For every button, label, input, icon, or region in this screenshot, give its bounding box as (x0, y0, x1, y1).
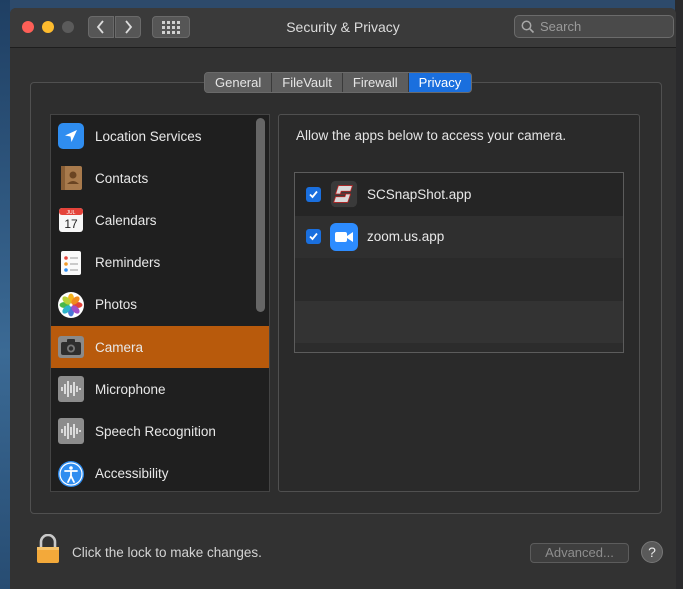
desktop-background (0, 0, 10, 589)
sidebar-item-label: Location Services (95, 128, 202, 144)
sidebar-item-label: Contacts (95, 170, 149, 186)
sidebar-item-label: Camera (95, 339, 144, 355)
app-name: zoom.us.app (367, 229, 445, 245)
zoom-checkbox[interactable] (306, 229, 321, 245)
sidebar-item-location-services[interactable]: Location Services (51, 115, 269, 157)
tab-bar: General FileVault Firewall Privacy (204, 72, 473, 93)
tab-firewall[interactable]: Firewall (342, 73, 409, 92)
search-icon (521, 20, 535, 33)
sidebar-item-camera[interactable]: Camera (51, 325, 269, 369)
zoom-camera-icon (330, 222, 358, 251)
calendar-day: 17 (64, 217, 78, 231)
sidebar-item-calendars[interactable]: JUL 17 Calendars (51, 199, 269, 241)
title-bar: Security & Privacy Search (10, 8, 676, 48)
photos-flower-icon (57, 291, 85, 319)
sidebar-item-label: Speech Recognition (95, 423, 216, 439)
sidebar-item-accessibility[interactable]: Accessibility (51, 453, 269, 492)
lock-message: Click the lock to make changes. (72, 545, 262, 560)
sidebar-item-contacts[interactable]: Contacts (51, 157, 269, 199)
sidebar-item-reminders[interactable]: Reminders (51, 242, 269, 284)
contacts-book-icon (57, 164, 85, 192)
location-arrow-icon (57, 122, 85, 150)
search-field[interactable]: Search (514, 15, 674, 38)
waveform-icon (57, 375, 85, 403)
accessibility-icon (57, 460, 85, 488)
preferences-window: Security & Privacy Search General FileVa… (10, 8, 676, 589)
reminders-list-icon (57, 249, 85, 277)
app-permission-list: SCSnapShot.app zoom.us.app (294, 172, 624, 353)
desktop-edge (675, 0, 683, 589)
advanced-button[interactable]: Advanced... (530, 543, 629, 563)
sidebar-item-microphone[interactable]: Microphone (51, 368, 269, 410)
lock-icon[interactable] (36, 533, 60, 564)
list-item: zoom.us.app (295, 215, 623, 258)
checkmark-icon (309, 190, 318, 199)
calendar-icon: JUL 17 (57, 206, 85, 234)
scsnapshot-app-icon (330, 180, 358, 208)
empty-row (295, 300, 623, 343)
tab-filevault[interactable]: FileVault (272, 73, 343, 92)
checkmark-icon (309, 233, 318, 241)
sidebar-item-label: Calendars (95, 212, 157, 228)
list-item: SCSnapShot.app (295, 173, 623, 216)
sidebar-item-label: Accessibility (95, 466, 169, 482)
calendar-month: JUL (67, 210, 76, 216)
privacy-category-list: Location Services Contacts JUL 17 Calenda… (50, 114, 270, 492)
app-name: SCSnapShot.app (367, 186, 472, 202)
list-scrollbar[interactable] (256, 118, 265, 312)
sidebar-item-label: Microphone (95, 381, 166, 397)
panel-description: Allow the apps below to access your came… (296, 128, 567, 143)
sidebar-item-label: Reminders (95, 255, 161, 271)
sidebar-item-photos[interactable]: Photos (51, 284, 269, 326)
empty-row (295, 258, 623, 301)
camera-icon (57, 333, 85, 361)
sidebar-item-label: Photos (95, 297, 138, 313)
search-placeholder: Search (540, 19, 582, 34)
tab-privacy[interactable]: Privacy (408, 73, 472, 92)
tab-general[interactable]: General (205, 73, 273, 92)
waveform-icon (57, 417, 85, 445)
scsnapshot-checkbox[interactable] (306, 186, 321, 202)
help-button[interactable]: ? (641, 541, 663, 563)
sidebar-item-speech-recognition[interactable]: Speech Recognition (51, 410, 269, 452)
